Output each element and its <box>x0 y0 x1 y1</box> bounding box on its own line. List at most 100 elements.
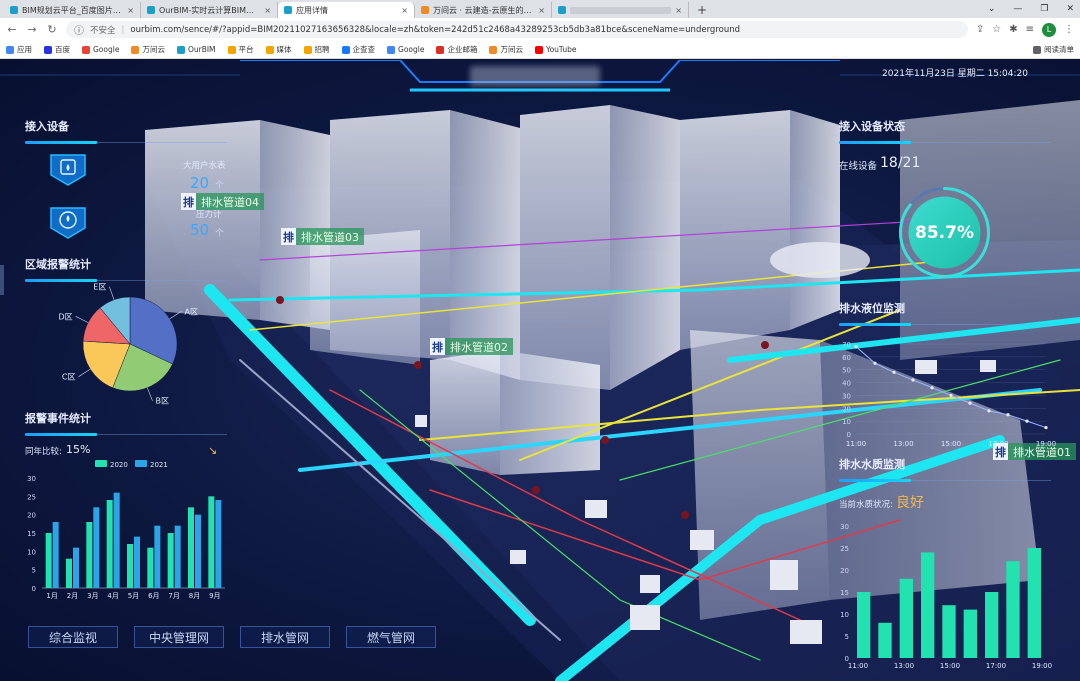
y-tick-label: 50 <box>842 367 851 375</box>
level-point <box>892 370 896 374</box>
water-meter-icon[interactable] <box>49 153 87 187</box>
bookmark-item[interactable]: 招聘 <box>303 44 330 55</box>
title-underline-track <box>911 324 1051 325</box>
reading-mode-icon[interactable]: ≡ <box>1026 24 1034 35</box>
devices-title: 接入设备 <box>25 120 69 133</box>
pipe-tag-02[interactable]: 排排水管道02 <box>430 338 513 355</box>
tab-favicon-icon <box>147 6 155 14</box>
tab-label-blurred <box>570 6 672 14</box>
maximize-icon[interactable]: ❐ <box>1040 4 1048 14</box>
bar-2021 <box>93 507 100 588</box>
bookmark-item[interactable]: Google <box>387 45 424 54</box>
nav-gas-network[interactable]: 燃气管网 <box>346 626 436 648</box>
reading-list[interactable]: 阅读清单 <box>1033 44 1074 55</box>
star-icon[interactable]: ☆ <box>992 24 1001 35</box>
online-rate-percent: 85.7% <box>915 222 974 243</box>
y-tick-label: 15 <box>27 530 36 538</box>
tab-close-icon[interactable]: × <box>264 6 271 15</box>
apps-grid-icon <box>6 45 14 54</box>
level-point <box>987 409 991 413</box>
bar-2020 <box>188 507 194 588</box>
nav-drainage-network[interactable]: 排水管网 <box>240 626 330 648</box>
tab-close-icon[interactable]: × <box>127 6 134 15</box>
bookmark-item[interactable]: OurBIM <box>176 45 216 54</box>
y-tick-label: 0 <box>32 585 36 593</box>
alarm-event-bar-chart[interactable]: 2020 2021 0 5 10 15 20 25 30 1月 2月 3月 4月 5月 6月 7月 8月 9月 <box>20 458 230 603</box>
y-tick-label: 30 <box>842 392 851 400</box>
tab-close-icon[interactable]: × <box>538 6 545 15</box>
y-tick-label: 25 <box>27 493 36 501</box>
x-tick-label: 13:00 <box>894 662 914 670</box>
water-quality-bar-chart[interactable]: 05101520253011:00 13:00 15:00 17:00 19:00 <box>836 520 1056 670</box>
pie-label: A区 <box>185 307 198 316</box>
collapsed-sidebar-handle[interactable] <box>0 265 4 295</box>
nav-overview-monitor[interactable]: 综合监视 <box>28 626 118 648</box>
y-tick-label: 10 <box>840 611 849 619</box>
y-tick-label: 5 <box>845 633 849 641</box>
quality-bar <box>942 605 956 658</box>
browser-tab-3[interactable]: 万间云 · 云建造-云原生的BIM协同 × <box>415 2 552 18</box>
bookmark-item[interactable]: 万间云 <box>131 44 165 55</box>
tab-close-icon[interactable]: × <box>675 6 682 15</box>
bar-2020 <box>167 533 174 588</box>
minimize-icon[interactable]: — <box>1013 4 1022 14</box>
profile-avatar[interactable]: L <box>1042 22 1056 37</box>
bookmark-item[interactable]: 媒体 <box>265 44 292 55</box>
bookmark-item[interactable]: YouTube <box>534 45 576 54</box>
bar-2021 <box>174 525 181 588</box>
x-tick-label: 13:00 <box>893 440 913 448</box>
water-meter-count: 20 <box>190 174 210 192</box>
bookmark-item[interactable]: 应用 <box>6 44 32 55</box>
pressure-gauge-unit: 个 <box>215 229 225 239</box>
bookmark-item[interactable]: 企查查 <box>341 44 375 55</box>
bookmark-item[interactable]: 平台 <box>227 44 254 55</box>
pie-label: D区 <box>58 312 72 321</box>
forward-icon[interactable]: → <box>26 23 38 36</box>
x-tick-label: 19:00 <box>1036 440 1056 448</box>
bookmark-item[interactable]: 万间云 <box>489 44 523 55</box>
url-field[interactable]: ⓘ 不安全 | ourbim.com/sence/#/?appid=BIM202… <box>66 21 968 38</box>
y-tick-label: 30 <box>840 523 849 531</box>
y-tick-label: 5 <box>32 567 36 575</box>
tab-close-icon[interactable]: × <box>401 6 408 15</box>
pipe-tag-04[interactable]: 排排水管道04 <box>181 193 264 210</box>
menu-icon[interactable]: ⋮ <box>1064 24 1074 35</box>
reload-icon[interactable]: ↻ <box>46 23 58 36</box>
level-point <box>911 378 915 382</box>
pressure-gauge-icon[interactable] <box>49 206 87 240</box>
extensions-icon[interactable]: ✱ <box>1009 24 1017 35</box>
quality-bar <box>899 578 913 658</box>
x-tick-label: 11:00 <box>846 440 866 448</box>
quality-bar <box>963 609 977 658</box>
drain-level-line-chart[interactable]: 0 10 20 30 40 50 60 70 11:00 13:00 15:00 17:00 19:00 <box>836 336 1056 456</box>
legend-label: 2020 <box>110 461 128 469</box>
new-tab-button[interactable]: + <box>689 2 715 18</box>
close-window-icon[interactable]: ✕ <box>1066 4 1074 14</box>
pressure-gauge-count: 50 <box>190 221 210 239</box>
back-icon[interactable]: ← <box>6 23 18 36</box>
search-tabs-icon[interactable]: ⌄ <box>988 4 996 14</box>
title-underline-track <box>97 280 227 281</box>
water-quality-title: 排水水质监测 <box>839 458 905 471</box>
share-icon[interactable]: ⇪ <box>976 24 984 35</box>
level-point <box>1025 419 1029 423</box>
browser-tab-0[interactable]: BIM规划云平台_百度图片搜索 × <box>4 2 141 18</box>
pie-label-line <box>78 368 91 377</box>
nav-central-network[interactable]: 中央管理网 <box>134 626 224 648</box>
bookmark-item[interactable]: 百度 <box>44 44 70 55</box>
x-tick-label: 15:00 <box>941 440 961 448</box>
bar-2021 <box>215 500 222 588</box>
folder-icon <box>303 45 312 54</box>
x-tick-label: 8月 <box>189 592 200 600</box>
bookmark-item[interactable]: 企业邮箱 <box>436 44 477 55</box>
pipe-tag-03[interactable]: 排排水管道03 <box>281 228 364 245</box>
region-alarm-pie-chart[interactable]: A区 B区 C区 D区 E区 <box>40 282 240 407</box>
title-underline <box>839 479 911 482</box>
bookmark-item[interactable]: Google <box>82 45 119 54</box>
water-meter-label: 大用户水表 <box>183 161 226 171</box>
browser-tab-4[interactable]: × <box>552 2 689 18</box>
browser-tab-1[interactable]: OurBIM-实时云计算BIM引擎平台 × <box>141 2 278 18</box>
level-point <box>854 344 858 349</box>
wanjianyun-icon <box>131 45 140 54</box>
browser-tab-2[interactable]: 应用详情 × <box>278 2 415 18</box>
